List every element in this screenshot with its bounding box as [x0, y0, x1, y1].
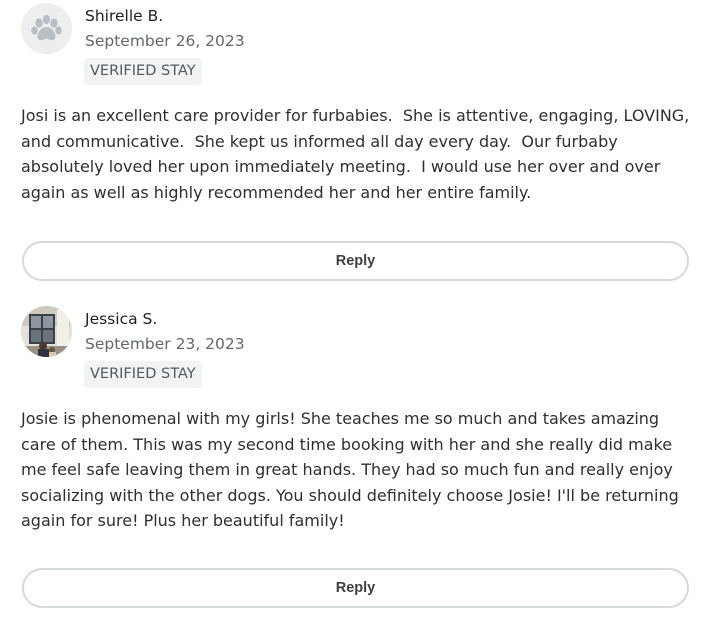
- reviewer-avatar: [21, 306, 72, 357]
- review-date: September 23, 2023: [85, 335, 245, 353]
- reply-button[interactable]: Reply: [22, 568, 689, 608]
- review-text: Josie is phenomenal with my girls! She t…: [21, 409, 684, 530]
- review-text: Josi is an excellent care provider for f…: [21, 106, 695, 202]
- verified-stay-badge: VERIFIED STAY: [84, 361, 202, 388]
- reply-button[interactable]: Reply: [22, 241, 689, 281]
- reviewer-name: Shirelle B.: [85, 7, 164, 25]
- paw-icon: [21, 3, 72, 54]
- user-photo: [21, 306, 72, 357]
- verified-stay-badge: VERIFIED STAY: [84, 58, 202, 85]
- review-date: September 26, 2023: [85, 32, 245, 50]
- reviewer-name: Jessica S.: [85, 310, 158, 328]
- reviewer-avatar: [21, 3, 72, 54]
